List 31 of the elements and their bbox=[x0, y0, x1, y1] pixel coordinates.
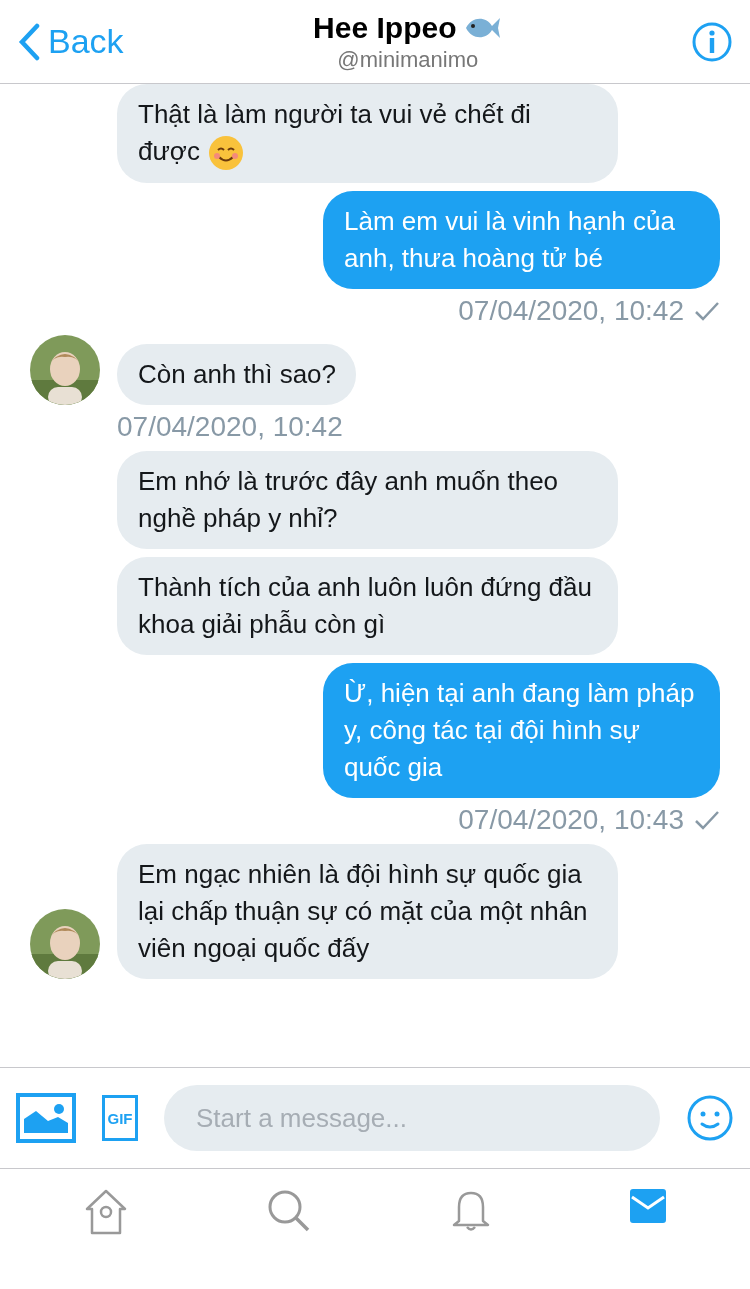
message-timestamp: 07/04/2020, 10:42 bbox=[117, 411, 343, 444]
tab-button[interactable] bbox=[450, 1189, 491, 1233]
gif-button[interactable]: GIF bbox=[102, 1095, 138, 1141]
image-button[interactable] bbox=[16, 1093, 76, 1143]
message-bubble: Ừ, hiện tại anh đang làm pháp y, công tác tại đội hình sự quốc gia bbox=[323, 663, 720, 799]
contact-name: Hee Ippeo bbox=[313, 10, 457, 45]
message-bubble: Còn anh thì sao? bbox=[117, 344, 357, 406]
back-label[interactable]: Back bbox=[48, 22, 124, 61]
checkmark-icon bbox=[694, 810, 720, 831]
message-timestamp: 07/04/2020, 10:42 bbox=[458, 295, 684, 328]
checkmark-icon bbox=[694, 301, 720, 322]
mail-icon bbox=[630, 1189, 667, 1223]
contact-handle: @minimanimo bbox=[337, 46, 479, 73]
smiling-face-icon bbox=[207, 135, 244, 172]
message-input[interactable]: Start a message... bbox=[164, 1085, 660, 1151]
home-icon bbox=[83, 1189, 128, 1235]
chevron-left-icon bbox=[18, 22, 40, 61]
tab-button[interactable] bbox=[630, 1189, 667, 1223]
message-bubble: Thành tích của anh luôn luôn đứng đầu khoa giải phẫu còn gì bbox=[117, 557, 618, 656]
message-timestamp: 07/04/2020, 10:43 bbox=[458, 804, 684, 837]
message-bubble: Em nhớ là trước đây anh muốn theo nghề pháp y nhỉ? bbox=[117, 451, 618, 550]
tab-button[interactable] bbox=[267, 1189, 312, 1233]
search-icon bbox=[267, 1189, 312, 1233]
message-bubble: Thật là làm người ta vui vẻ chết đi được bbox=[117, 84, 618, 184]
info-button[interactable] bbox=[692, 21, 732, 62]
message-bubble: Em ngạc nhiên là đội hình sự quốc gia lại chấp thuận sự có mặt của một nhân viên ngoại quốc đấy bbox=[117, 844, 618, 980]
message-bubble: Làm em vui là vinh hạnh của anh, thưa hoàng tử bé bbox=[323, 191, 720, 290]
back-button[interactable]: Back bbox=[18, 22, 124, 61]
bell-icon bbox=[450, 1189, 491, 1233]
tab-button[interactable] bbox=[83, 1189, 128, 1235]
emoji-button[interactable] bbox=[686, 1094, 734, 1142]
